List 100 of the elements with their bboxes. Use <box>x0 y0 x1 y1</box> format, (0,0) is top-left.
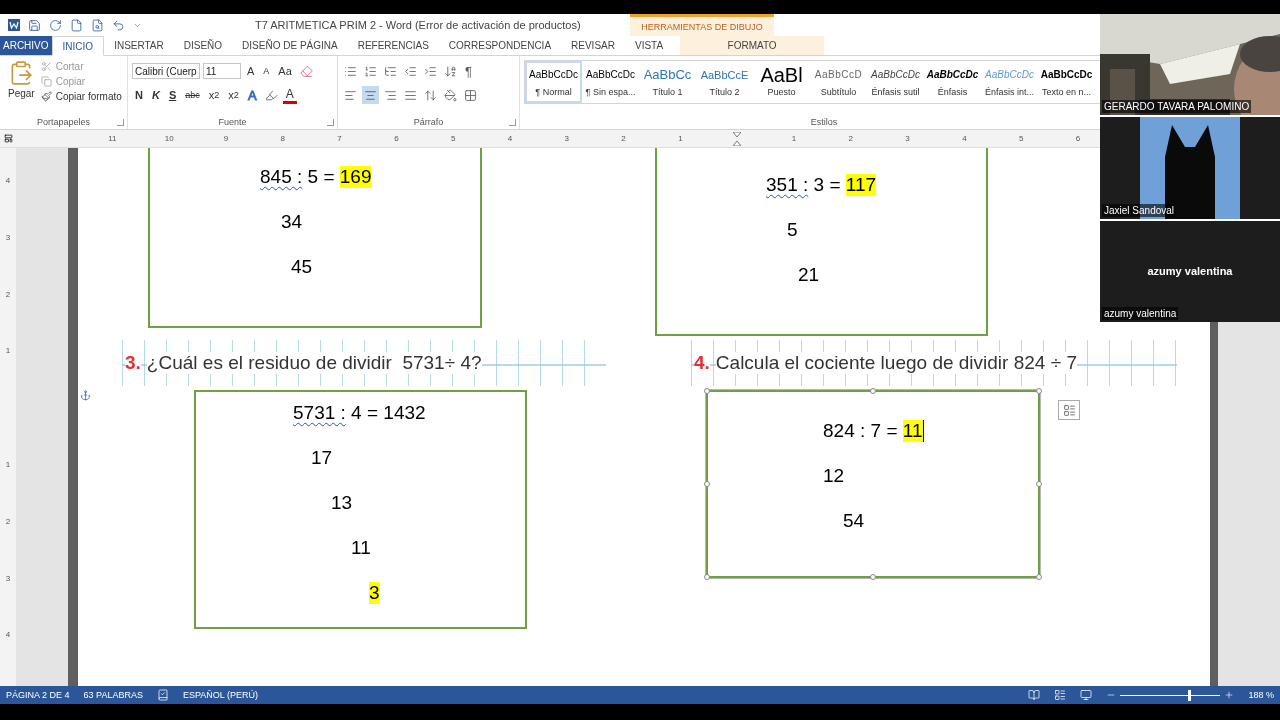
answer-box[interactable]: 824 : 7 = 11 12 54 <box>706 390 1040 578</box>
ribbon-tab[interactable]: DISEÑO DE PÁGINA <box>232 36 348 55</box>
resize-handle[interactable] <box>1036 388 1042 394</box>
answer-text: 351 : <box>766 174 809 196</box>
word-count[interactable]: 63 PALABRAS <box>83 690 143 700</box>
answer-text: 45 <box>291 256 313 278</box>
answer-text: 5731 : <box>293 402 346 424</box>
resize-handle[interactable] <box>870 388 876 394</box>
align-button[interactable] <box>362 86 379 104</box>
increase-indent-icon <box>424 64 437 78</box>
answer-text: 845 : <box>260 166 303 188</box>
group-label: Fuente <box>217 116 248 129</box>
font-size-field[interactable]: 11 <box>203 63 241 79</box>
font-format-button[interactable]: A <box>244 86 260 104</box>
font-name-field[interactable]: Calibri (Cuerp <box>132 63 200 79</box>
shading-button[interactable] <box>442 86 459 104</box>
zoom-level[interactable]: 188 % <box>1248 690 1274 700</box>
layout-options-icon <box>1062 403 1076 417</box>
sort-icon <box>444 64 457 78</box>
new-document-icon[interactable] <box>70 18 83 32</box>
answer-text: 34 <box>281 211 303 233</box>
answer-text: 5 <box>787 219 798 241</box>
layout-options-button[interactable] <box>1058 400 1080 420</box>
read-mode-icon[interactable] <box>1028 689 1041 701</box>
resize-handle[interactable] <box>704 481 710 487</box>
participant-name: GERARDO TAVARA PALOMINO <box>1102 100 1252 114</box>
font-format-button[interactable]: A <box>244 62 258 80</box>
answer-text: 17 <box>311 447 333 469</box>
word-logo-icon[interactable] <box>8 19 20 31</box>
question-text: Calcula el cociente luego de dividir 824 ÷ 7 <box>715 352 1077 374</box>
align-icon <box>404 88 417 102</box>
group-label: Portapapeles <box>35 116 91 129</box>
print-layout-icon[interactable] <box>1054 689 1067 701</box>
font-format-button[interactable]: Aa <box>275 62 295 80</box>
answer-box[interactable]: 5731 : 4 = 1432 17 13 11 3 <box>194 390 527 629</box>
group-label: Párrafo <box>412 116 445 129</box>
answer-text: 54 <box>843 510 865 532</box>
answer-box[interactable]: 351 : 3 = 117 5 21 <box>655 148 988 336</box>
dialog-launcher-icon[interactable] <box>327 119 334 126</box>
tab-selector-icon[interactable] <box>3 134 13 143</box>
answer-text: 21 <box>798 264 820 286</box>
dialog-launcher-icon[interactable] <box>117 119 124 126</box>
ribbon-tab[interactable]: REFERENCIAS <box>347 36 439 55</box>
line-spacing-icon <box>424 88 437 102</box>
ribbon-tab[interactable]: INSERTAR <box>104 36 174 55</box>
highlighted-answer: 3 <box>369 582 380 604</box>
ribbon-tab[interactable]: FORMATO <box>680 36 825 55</box>
undo-icon[interactable] <box>112 18 125 32</box>
answer-text: 824 : 7 = <box>823 420 899 442</box>
proofing-icon <box>156 689 169 701</box>
ribbon-tab[interactable]: INICIO <box>51 36 105 56</box>
refresh-icon[interactable] <box>49 18 62 32</box>
bulleted-list-icon <box>344 64 357 78</box>
language-indicator[interactable]: ESPAÑOL (PERÚ) <box>182 690 258 700</box>
resize-handle[interactable] <box>1036 481 1042 487</box>
zoom-in-icon[interactable] <box>1224 690 1235 700</box>
anchor-icon <box>80 390 91 401</box>
web-layout-icon[interactable] <box>1080 689 1093 701</box>
paint-bucket-icon <box>444 88 457 102</box>
paste-button[interactable]: Pegar <box>4 60 39 115</box>
resize-handle[interactable] <box>704 388 710 394</box>
question-text: ¿Cuál es el residuo de dividir 5731÷ 4? <box>146 352 482 374</box>
answer-text: 5 = <box>306 166 336 188</box>
ribbon-tab[interactable]: CORRESPONDENCIA <box>438 36 562 55</box>
resize-handle[interactable] <box>870 574 876 580</box>
copy-icon <box>40 76 52 87</box>
font-format-button[interactable]: N <box>132 86 146 104</box>
dialog-launcher-icon[interactable] <box>509 119 516 126</box>
print-preview-icon[interactable] <box>91 18 104 32</box>
font-format-button[interactable]: K <box>148 86 163 104</box>
save-icon[interactable] <box>28 18 41 32</box>
clipboard-button[interactable]: Copiar formato <box>38 90 124 103</box>
style-option[interactable]: AaBbCcDc ¶ Normal <box>525 61 582 103</box>
ribbon-tab[interactable]: ARCHIVO <box>0 36 52 55</box>
participant-name: azumy valentina <box>1102 307 1179 320</box>
participant-display-name: azumy valentina <box>1147 265 1233 278</box>
resize-handle[interactable] <box>1036 574 1042 580</box>
answer-text: 12 <box>823 465 845 487</box>
font-format-button[interactable]: A <box>282 86 297 104</box>
decrease-indent-icon <box>404 64 417 78</box>
font-format-button[interactable]: S <box>165 86 180 104</box>
show-formatting-button[interactable]: ¶ <box>462 63 475 79</box>
indent-marker-icon[interactable] <box>733 131 742 146</box>
answer-text: 11 <box>351 537 371 559</box>
group-label: Estilos <box>809 116 839 129</box>
ribbon-tab[interactable]: VISTA <box>624 36 674 55</box>
font-format-button[interactable]: abc <box>182 86 203 104</box>
highlighted-answer: 169 <box>339 166 372 188</box>
font-format-button[interactable]: A <box>260 62 273 80</box>
ribbon-tab[interactable]: REVISAR <box>561 36 625 55</box>
resize-handle[interactable] <box>704 574 710 580</box>
ribbon-tab[interactable]: DISEÑO <box>173 36 233 55</box>
highlighted-answer: 117 <box>845 174 877 196</box>
answer-text: 4 = 1432 <box>350 402 426 424</box>
zoom-slider-thumb[interactable] <box>1188 689 1192 701</box>
align-icon <box>384 88 397 102</box>
borders-icon <box>464 88 477 102</box>
contextual-tab-group: HERRAMIENTAS DE DIBUJO <box>630 14 774 36</box>
answer-box[interactable]: 845 : 5 = 169 34 45 <box>148 148 482 328</box>
page-count[interactable]: PÁGINA 2 DE 4 <box>6 690 70 700</box>
